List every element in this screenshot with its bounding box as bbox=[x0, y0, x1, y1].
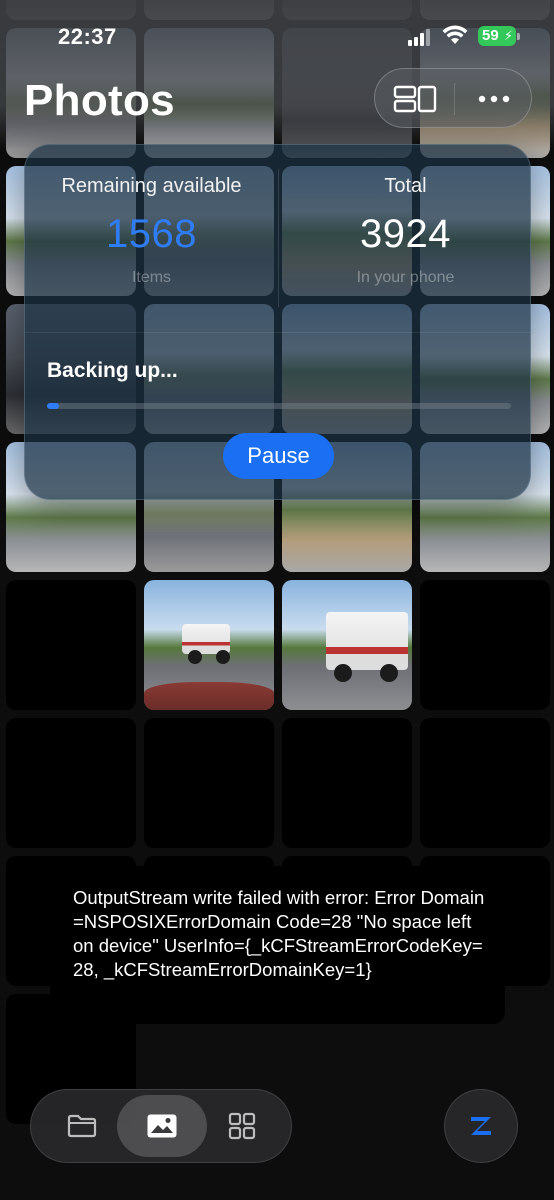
red-gravel bbox=[144, 682, 274, 710]
cellular-signal-icon bbox=[408, 28, 434, 46]
wifi-icon bbox=[442, 25, 468, 44]
z-logo-icon bbox=[471, 1117, 491, 1135]
folder-icon bbox=[67, 1114, 97, 1138]
bottom-tab-bar bbox=[30, 1089, 292, 1163]
battery-cap bbox=[517, 33, 520, 40]
remaining-stat: Remaining available 1568 Items bbox=[25, 175, 278, 287]
pause-button[interactable]: Pause bbox=[223, 433, 334, 479]
truck-wheel bbox=[188, 650, 202, 664]
photo-thumbnail[interactable] bbox=[282, 580, 412, 710]
page-title: Photos bbox=[24, 76, 175, 125]
total-unit: In your phone bbox=[356, 269, 455, 286]
backup-status-text: Backing up... bbox=[47, 359, 178, 382]
header-actions bbox=[374, 68, 532, 128]
battery-percent: 59 bbox=[482, 27, 499, 44]
remaining-label: Remaining available bbox=[61, 175, 242, 197]
photo-thumbnail-empty[interactable] bbox=[420, 580, 550, 710]
grid-icon bbox=[228, 1112, 256, 1140]
backup-progress-bar bbox=[47, 403, 511, 409]
total-stat: Total 3924 In your phone bbox=[279, 175, 532, 287]
truck-wheel bbox=[216, 650, 230, 664]
remaining-value: 1568 bbox=[106, 212, 197, 256]
error-message: OutputStream write failed with error: Er… bbox=[73, 887, 485, 980]
truck-wheel bbox=[380, 664, 398, 682]
error-toast: OutputStream write failed with error: Er… bbox=[50, 866, 505, 1024]
photo-thumbnail-empty[interactable] bbox=[282, 718, 412, 848]
tab-grid[interactable] bbox=[197, 1095, 287, 1157]
charging-bolt-icon: ⚡ bbox=[503, 28, 513, 43]
app-action-button[interactable] bbox=[444, 1089, 518, 1163]
photo-thumbnail-empty[interactable] bbox=[6, 718, 136, 848]
layout-toggle-icon bbox=[393, 85, 436, 113]
battery-indicator: 59 ⚡ bbox=[478, 26, 516, 46]
truck-wheel bbox=[334, 664, 352, 682]
total-value: 3924 bbox=[360, 212, 451, 256]
more-ellipsis-icon bbox=[478, 95, 509, 103]
card-divider bbox=[25, 332, 530, 333]
photo-thumbnail-empty[interactable] bbox=[144, 718, 274, 848]
status-bar: 22:37 59 ⚡ bbox=[0, 22, 554, 52]
more-button[interactable] bbox=[454, 69, 533, 129]
photo-thumbnail-empty[interactable] bbox=[6, 580, 136, 710]
backup-status-card: Remaining available 1568 Items Total 392… bbox=[24, 144, 531, 500]
tab-photos[interactable] bbox=[117, 1095, 207, 1157]
status-time: 22:37 bbox=[58, 24, 117, 49]
remaining-unit: Items bbox=[131, 269, 172, 286]
photo-icon bbox=[147, 1114, 177, 1138]
tab-folders[interactable] bbox=[37, 1095, 127, 1157]
total-label: Total bbox=[384, 175, 427, 197]
backup-progress-fill bbox=[47, 403, 59, 409]
fire-truck bbox=[326, 612, 408, 670]
photo-thumbnail[interactable] bbox=[144, 580, 274, 710]
photos-screen: 22:37 59 ⚡ Photos Remaining available 15… bbox=[0, 0, 554, 1200]
photo-thumbnail-empty[interactable] bbox=[420, 718, 550, 848]
layout-toggle-button[interactable] bbox=[375, 69, 454, 129]
